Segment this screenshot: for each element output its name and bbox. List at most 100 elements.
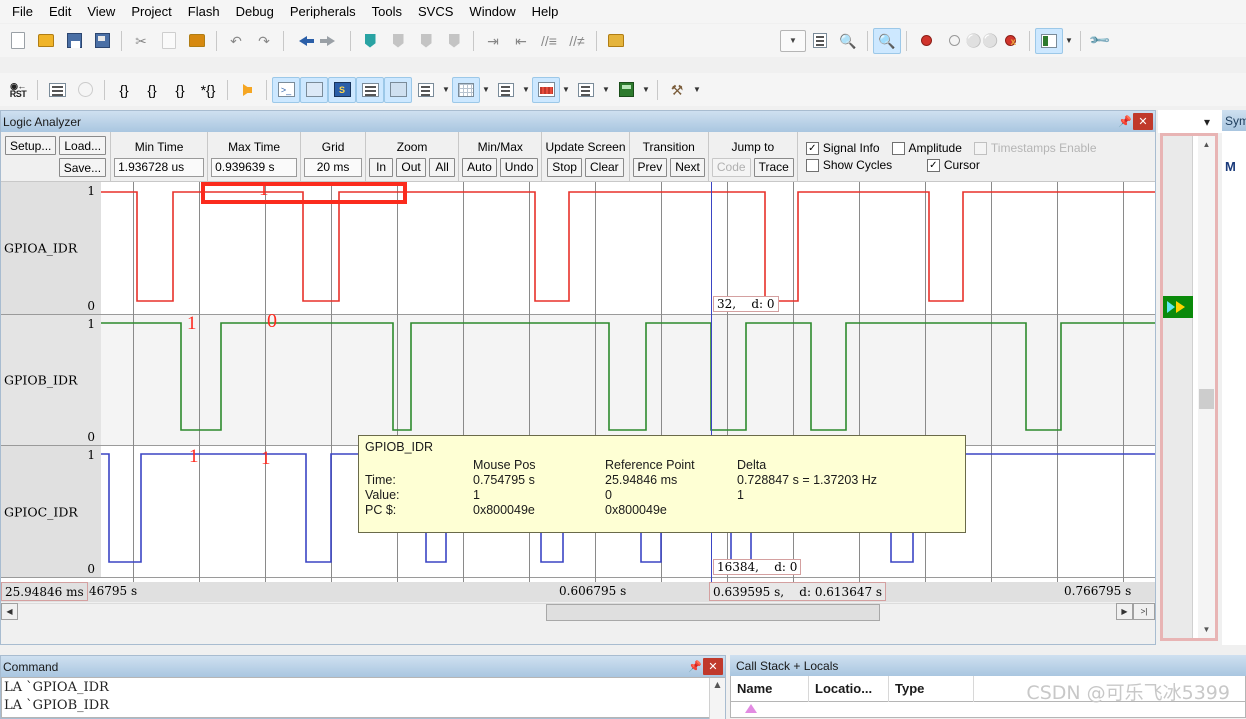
scroll-up-icon[interactable]: ▲ bbox=[1198, 136, 1215, 153]
signal-label-gpioa[interactable]: GPIOA_IDR 1 0 bbox=[1, 182, 101, 315]
menu-item-edit[interactable]: Edit bbox=[41, 1, 79, 22]
menu-item-project[interactable]: Project bbox=[123, 1, 179, 22]
save-all-icon[interactable] bbox=[88, 28, 116, 54]
insert-breakpoint-icon[interactable] bbox=[912, 28, 940, 54]
find-combo-icon[interactable]: ▼ bbox=[780, 29, 806, 52]
scroll-end-icon[interactable]: >| bbox=[1133, 602, 1155, 620]
signal-label-gpiob[interactable]: GPIOB_IDR 1 0 bbox=[1, 315, 101, 446]
symbols-icon[interactable]: S bbox=[328, 76, 356, 103]
trace-icon[interactable] bbox=[572, 77, 600, 103]
menu-item-window[interactable]: Window bbox=[461, 1, 523, 22]
transition-next-button[interactable]: Next bbox=[670, 157, 705, 177]
run-icon[interactable] bbox=[43, 77, 71, 103]
watch-window-icon[interactable] bbox=[412, 77, 440, 103]
editor-vscrollbar[interactable]: ▲ ▼ bbox=[1198, 136, 1215, 638]
system-viewer-chevron-down-icon[interactable]: ▼ bbox=[640, 77, 652, 103]
expand-triangle-icon[interactable] bbox=[745, 704, 757, 713]
update-clear-button[interactable]: Clear bbox=[584, 157, 624, 177]
column-header-location[interactable]: Locatio... bbox=[809, 675, 889, 702]
menu-item-help[interactable]: Help bbox=[524, 1, 567, 22]
editor-gutter[interactable] bbox=[1163, 136, 1193, 638]
find-next-icon[interactable] bbox=[806, 28, 834, 54]
menu-item-view[interactable]: View bbox=[79, 1, 123, 22]
new-file-icon[interactable] bbox=[4, 28, 32, 54]
amplitude-checkbox[interactable] bbox=[891, 141, 905, 155]
show-next-statement-icon[interactable] bbox=[233, 77, 261, 103]
run-to-cursor-icon[interactable]: *{} bbox=[194, 77, 222, 103]
command-output[interactable]: LA `GPIOA_IDR LA `GPIOB_IDR ▲ bbox=[1, 677, 725, 719]
incremental-find-icon[interactable]: 🔍 bbox=[834, 28, 862, 54]
waveform-hscrollbar[interactable]: ◀ ▶ >| bbox=[1, 602, 1155, 621]
max-time-field[interactable]: 0.939639 s bbox=[211, 157, 298, 177]
memory-chevron-down-icon[interactable]: ▼ bbox=[480, 77, 492, 103]
signal-info-checkbox[interactable]: ✓ bbox=[805, 141, 819, 155]
command-window-icon[interactable]: >_ bbox=[272, 76, 300, 103]
cut-icon[interactable]: ✂ bbox=[127, 28, 155, 54]
system-viewer-icon[interactable] bbox=[612, 77, 640, 103]
column-header-type[interactable]: Type bbox=[889, 675, 974, 702]
navigate-back-icon[interactable] bbox=[289, 28, 317, 54]
comment-icon[interactable]: //≡ bbox=[535, 28, 563, 54]
scroll-down-icon[interactable]: ▼ bbox=[1198, 621, 1215, 638]
jump-to-trace-button[interactable]: Trace bbox=[753, 157, 794, 177]
step-out-icon[interactable]: {} bbox=[166, 77, 194, 103]
disassembly-icon[interactable] bbox=[300, 76, 328, 103]
undo-icon[interactable]: ↶ bbox=[222, 28, 250, 54]
registers-icon[interactable] bbox=[356, 76, 384, 103]
navigate-forward-icon[interactable] bbox=[317, 28, 345, 54]
trace-chevron-down-icon[interactable]: ▼ bbox=[600, 77, 612, 103]
reset-cpu-icon[interactable]: ◉← RST bbox=[4, 77, 32, 103]
toolbox-icon[interactable]: ⚒ bbox=[663, 77, 691, 103]
show-cycles-checkbox[interactable] bbox=[805, 158, 819, 172]
signal-label-gpioc[interactable]: GPIOC_IDR 1 0 bbox=[1, 446, 101, 578]
load-button[interactable]: Load... bbox=[59, 136, 107, 155]
column-header-name[interactable]: Name bbox=[731, 675, 809, 702]
redo-icon[interactable]: ↷ bbox=[250, 28, 278, 54]
copy-icon[interactable] bbox=[155, 28, 183, 54]
menu-item-flash[interactable]: Flash bbox=[180, 1, 228, 22]
hscroll-track[interactable] bbox=[18, 602, 1116, 621]
scroll-left-arrow-icon[interactable]: ◀ bbox=[1, 602, 18, 620]
outdent-icon[interactable]: ⇤ bbox=[507, 28, 535, 54]
debug-session-icon[interactable]: 🔍 bbox=[873, 27, 901, 54]
menu-item-file[interactable]: File bbox=[4, 1, 41, 22]
bookmark-next-icon[interactable] bbox=[412, 28, 440, 54]
menu-item-svcs[interactable]: SVCS bbox=[410, 1, 461, 22]
disable-breakpoint-icon[interactable] bbox=[940, 28, 968, 54]
zoom-all-button[interactable]: All bbox=[429, 157, 456, 177]
chevron-down-icon[interactable]: ▾ bbox=[1198, 113, 1216, 131]
serial-window-icon[interactable] bbox=[492, 77, 520, 103]
disable-all-breakpoints-icon[interactable]: ⚪⚪ bbox=[966, 28, 998, 54]
update-stop-button[interactable]: Stop bbox=[547, 157, 582, 177]
open-folder-icon[interactable] bbox=[32, 28, 60, 54]
menu-item-debug[interactable]: Debug bbox=[228, 1, 282, 22]
manage-windows-icon[interactable] bbox=[1035, 27, 1063, 54]
zoom-out-button[interactable]: Out bbox=[396, 157, 427, 177]
find-in-files-icon[interactable] bbox=[602, 28, 630, 54]
step-over-icon[interactable]: {} bbox=[138, 77, 166, 103]
close-icon[interactable]: ✕ bbox=[703, 658, 723, 675]
analysis-chevron-down-icon[interactable]: ▼ bbox=[560, 77, 572, 103]
symbols-pane-tab[interactable]: Sym bbox=[1222, 110, 1246, 131]
manage-windows-chevron-down-icon[interactable]: ▼ bbox=[1063, 28, 1075, 54]
minmax-auto-button[interactable]: Auto bbox=[462, 157, 497, 177]
pin-icon[interactable]: 📌 bbox=[687, 659, 703, 675]
vscroll-thumb[interactable] bbox=[1199, 389, 1214, 409]
configure-icon[interactable]: 🔧 bbox=[1086, 28, 1114, 54]
zoom-in-button[interactable]: In bbox=[369, 157, 394, 177]
indent-icon[interactable]: ⇥ bbox=[479, 28, 507, 54]
transition-prev-button[interactable]: Prev bbox=[632, 157, 668, 177]
kill-all-breakpoints-icon[interactable] bbox=[996, 28, 1024, 54]
watch-chevron-down-icon[interactable]: ▼ bbox=[440, 77, 452, 103]
toolbox-chevron-down-icon[interactable]: ▼ bbox=[691, 77, 703, 103]
minmax-undo-button[interactable]: Undo bbox=[499, 157, 539, 177]
command-vscrollbar[interactable]: ▲ bbox=[709, 678, 725, 719]
menu-item-peripherals[interactable]: Peripherals bbox=[282, 1, 364, 22]
menu-item-tools[interactable]: Tools bbox=[364, 1, 410, 22]
bookmark-toggle-icon[interactable] bbox=[356, 28, 384, 54]
grid-field[interactable]: 20 ms bbox=[304, 157, 363, 177]
memory-window-icon[interactable] bbox=[452, 76, 480, 103]
stop-icon[interactable] bbox=[71, 77, 99, 103]
min-time-field[interactable]: 1.936728 us bbox=[114, 157, 205, 177]
hscroll-thumb[interactable] bbox=[546, 603, 880, 621]
